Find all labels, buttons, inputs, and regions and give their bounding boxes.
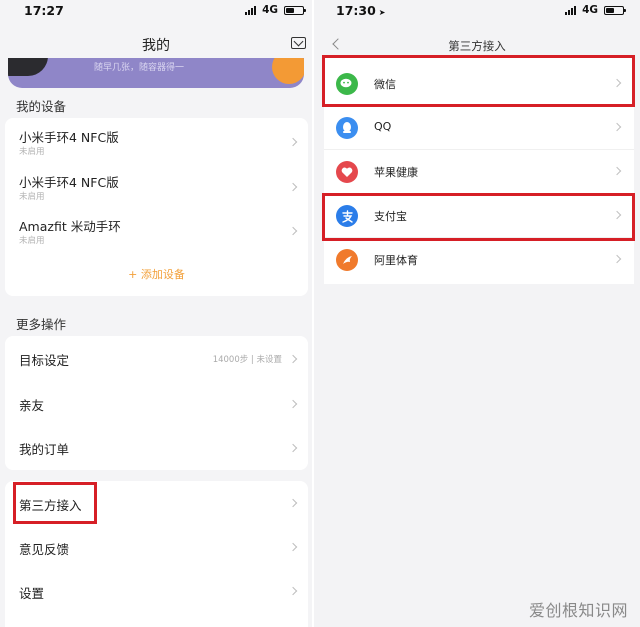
settings-row-settings[interactable]: 设置 <box>5 569 308 613</box>
chevron-right-icon <box>288 542 298 552</box>
device-status: 未启用 <box>19 192 45 202</box>
my-devices-card: 小米手环4 NFC版 未启用 小米手环4 NFC版 未启用 Amazfit 米动… <box>5 118 308 296</box>
highlight-box <box>322 193 635 241</box>
battery-icon <box>284 5 306 15</box>
row-value: 14000步 | 未设置 <box>212 355 282 365</box>
row-label: 设置 <box>19 586 45 601</box>
settings-row-goal[interactable]: 目标设定 14000步 | 未设置 <box>5 336 308 381</box>
device-name: 小米手环4 NFC版 <box>19 130 119 145</box>
device-status: 未启用 <box>19 236 45 246</box>
nav-bar: 第三方接入 <box>314 30 640 58</box>
chevron-right-icon <box>288 399 298 409</box>
banner-text: 随早几张，随容器得一 <box>94 63 185 73</box>
message-icon[interactable] <box>291 37 306 49</box>
battery-icon <box>604 5 626 15</box>
device-row[interactable]: 小米手环4 NFC版 未启用 <box>5 118 308 164</box>
settings-row-feedback[interactable]: 意见反馈 <box>5 525 308 569</box>
list-item-ali-sports[interactable]: 阿里体育 <box>324 238 634 282</box>
apple-health-icon <box>336 161 358 183</box>
list-item-qq[interactable]: QQ <box>324 106 634 150</box>
row-label: 意见反馈 <box>19 542 70 557</box>
chevron-right-icon <box>288 586 298 596</box>
row-label: 亲友 <box>19 398 45 413</box>
device-row[interactable]: Amazfit 米动手环 未启用 <box>5 208 308 252</box>
qq-icon <box>336 117 358 139</box>
settings-row-orders[interactable]: 我的订单 <box>5 425 308 470</box>
chevron-right-icon <box>288 443 298 453</box>
chevron-right-icon <box>612 122 622 132</box>
chevron-right-icon <box>612 166 622 176</box>
chevron-right-icon <box>612 254 622 264</box>
profile-banner[interactable]: 随早几张，随容器得一 <box>8 58 304 88</box>
network-type: 4G <box>582 4 598 16</box>
signal-icon <box>245 5 257 15</box>
right-phone-screen: 17:30 ➤ 4G 第三方接入 微信 QQ 苹果健康 支付宝 阿里体育 爱创根… <box>314 0 640 627</box>
settings-row-friends[interactable]: 亲友 <box>5 381 308 425</box>
add-device-button[interactable]: + 添加设备 <box>5 266 308 282</box>
device-image <box>8 58 48 76</box>
highlight-box <box>13 482 97 524</box>
chevron-right-icon <box>288 226 298 236</box>
network-type: 4G <box>262 4 278 16</box>
banner-badge[interactable] <box>272 58 304 84</box>
row-label: 我的订单 <box>19 442 70 457</box>
device-name: 小米手环4 NFC版 <box>19 175 119 190</box>
more-actions-header: 更多操作 <box>16 317 67 332</box>
device-name: Amazfit 米动手环 <box>19 219 121 234</box>
signal-icon <box>565 5 577 15</box>
status-bar: 17:27 4G <box>0 0 312 22</box>
device-status: 未启用 <box>19 147 45 157</box>
chevron-right-icon <box>288 182 298 192</box>
chevron-right-icon <box>288 137 298 147</box>
page-title: 我的 <box>142 38 170 54</box>
row-label: 目标设定 <box>19 353 70 368</box>
highlight-box <box>322 55 635 107</box>
watermark: 爱创根知识网 <box>528 601 628 620</box>
location-arrow-icon: ➤ <box>378 8 386 17</box>
my-devices-header: 我的设备 <box>16 99 67 114</box>
more-actions-card: 目标设定 14000步 | 未设置 亲友 我的订单 <box>5 336 308 470</box>
chevron-right-icon <box>288 354 298 364</box>
list-item-label: QQ <box>374 120 392 133</box>
chevron-right-icon <box>288 498 298 508</box>
ali-sports-icon <box>336 249 358 271</box>
list-item-label: 苹果健康 <box>374 166 418 179</box>
list-item-apple-health[interactable]: 苹果健康 <box>324 150 634 194</box>
status-bar: 17:30 ➤ 4G <box>314 0 640 22</box>
status-time: 17:27 <box>24 3 64 18</box>
page-title: 第三方接入 <box>448 39 506 53</box>
status-indicators: 4G <box>565 4 626 16</box>
status-time: 17:30 ➤ <box>336 3 386 18</box>
device-row[interactable]: 小米手环4 NFC版 未启用 <box>5 164 308 208</box>
status-indicators: 4G <box>245 4 306 16</box>
left-phone-screen: 17:27 4G 我的 随早几张，随容器得一 我的设备 小米手环4 NFC版 未… <box>0 0 312 627</box>
list-item-label: 阿里体育 <box>374 254 418 267</box>
